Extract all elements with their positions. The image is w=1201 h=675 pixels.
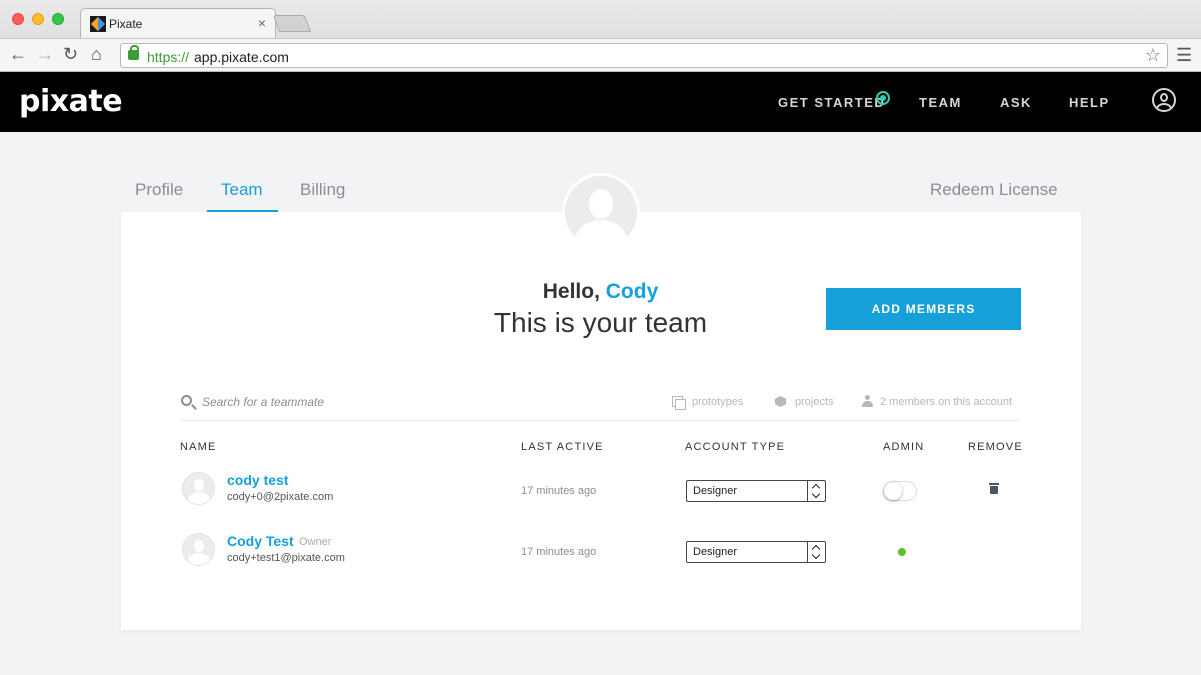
lock-icon bbox=[128, 45, 139, 60]
add-members-button[interactable]: ADD MEMBERS bbox=[826, 288, 1021, 330]
bookmark-star-icon[interactable]: ☆ bbox=[1145, 45, 1161, 66]
column-header-admin: ADMIN bbox=[883, 441, 925, 453]
url-scheme: https:// bbox=[147, 49, 190, 65]
greeting-prefix: Hello, bbox=[542, 280, 606, 303]
get-started-indicator-icon bbox=[876, 91, 890, 105]
search-divider bbox=[180, 420, 1021, 421]
user-account-icon[interactable] bbox=[1152, 88, 1176, 112]
member-name[interactable]: Cody Test bbox=[227, 533, 294, 549]
team-card bbox=[121, 212, 1081, 630]
nav-team[interactable]: TEAM bbox=[919, 95, 962, 110]
home-icon[interactable]: ⌂ bbox=[91, 44, 102, 64]
column-header-last-active: LAST ACTIVE bbox=[521, 441, 604, 453]
member-email: cody+test1@pixate.com bbox=[227, 552, 345, 564]
redeem-license-link[interactable]: Redeem License bbox=[930, 180, 1058, 200]
tab-profile[interactable]: Profile bbox=[135, 180, 183, 200]
admin-status-dot-icon bbox=[898, 548, 906, 556]
prototypes-icon bbox=[672, 396, 686, 410]
maximize-window-button[interactable] bbox=[52, 13, 64, 25]
admin-toggle[interactable] bbox=[883, 481, 917, 501]
nav-get-started[interactable]: GET STARTED bbox=[778, 95, 885, 110]
address-bar[interactable]: https:// app.pixate.com ☆ bbox=[120, 43, 1168, 68]
close-window-button[interactable] bbox=[12, 13, 24, 25]
select-arrows-icon bbox=[807, 481, 825, 501]
column-header-account-type: ACCOUNT TYPE bbox=[685, 441, 786, 453]
tab-team[interactable]: Team bbox=[221, 180, 263, 200]
minimize-window-button[interactable] bbox=[32, 13, 44, 25]
last-active: 17 minutes ago bbox=[521, 485, 597, 497]
pixate-favicon-icon bbox=[90, 16, 106, 32]
account-type-select[interactable]: Designer bbox=[686, 541, 826, 563]
tab-close-icon[interactable]: × bbox=[258, 15, 266, 31]
app-header: pixate GET STARTED TEAM ASK HELP bbox=[0, 72, 1201, 132]
members-person-icon bbox=[862, 395, 873, 407]
column-header-remove: REMOVE bbox=[968, 441, 1023, 453]
browser-tab[interactable]: Pixate × bbox=[80, 8, 276, 38]
team-avatar bbox=[562, 173, 640, 251]
search-icon bbox=[181, 395, 192, 406]
trash-icon[interactable] bbox=[989, 483, 999, 494]
prototypes-stat[interactable]: prototypes bbox=[692, 396, 743, 408]
browser-toolbar: ← → ↻ ⌂ https:// app.pixate.com ☆ ☰ bbox=[0, 38, 1201, 71]
nav-help[interactable]: HELP bbox=[1069, 95, 1110, 110]
pixate-logo[interactable]: pixate bbox=[19, 84, 123, 119]
member-email: cody+0@2pixate.com bbox=[227, 491, 334, 503]
owner-badge: Owner bbox=[299, 536, 332, 548]
browser-chrome: Pixate × ← → ↻ ⌂ https:// app.pixate.com… bbox=[0, 0, 1201, 72]
select-arrows-icon bbox=[807, 542, 825, 562]
greeting-user-name: Cody bbox=[605, 280, 659, 303]
nav-ask[interactable]: ASK bbox=[1000, 95, 1032, 110]
url-host: app.pixate.com bbox=[194, 49, 289, 65]
teammate-search-input[interactable] bbox=[202, 393, 502, 411]
account-type-value: Designer bbox=[693, 485, 738, 497]
tab-billing[interactable]: Billing bbox=[300, 180, 345, 200]
projects-stat[interactable]: projects bbox=[795, 396, 834, 408]
tab-title: Pixate bbox=[109, 17, 143, 31]
last-active: 17 minutes ago bbox=[521, 546, 597, 558]
column-header-name: NAME bbox=[180, 441, 217, 453]
back-arrow-icon[interactable]: ← bbox=[9, 44, 27, 64]
new-tab-button[interactable] bbox=[272, 15, 312, 32]
avatar bbox=[182, 533, 215, 566]
account-type-select[interactable]: Designer bbox=[686, 480, 826, 502]
avatar bbox=[182, 472, 215, 505]
account-type-value: Designer bbox=[693, 546, 738, 558]
forward-arrow-icon[interactable]: → bbox=[36, 44, 54, 64]
member-name[interactable]: cody test bbox=[227, 472, 288, 488]
members-count: 2 members on this account bbox=[880, 396, 1013, 408]
reload-icon[interactable]: ↻ bbox=[63, 44, 78, 64]
browser-menu-icon[interactable]: ☰ bbox=[1176, 45, 1192, 66]
